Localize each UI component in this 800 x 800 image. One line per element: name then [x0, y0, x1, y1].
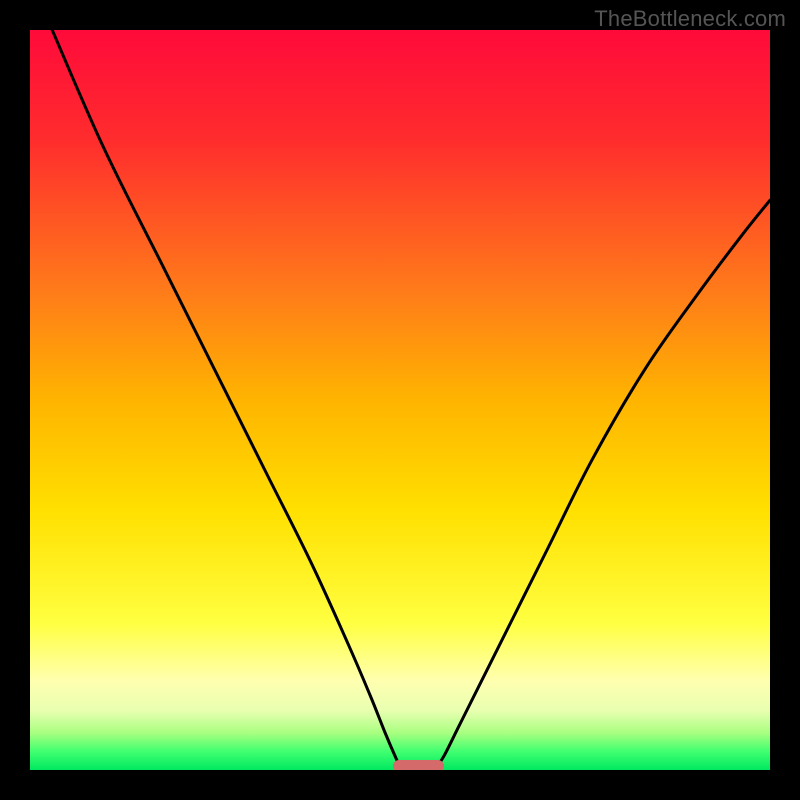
- watermark-text: TheBottleneck.com: [594, 6, 786, 32]
- chart-frame: TheBottleneck.com: [0, 0, 800, 800]
- left-curve: [52, 30, 400, 766]
- curves-layer: [30, 30, 770, 770]
- bottom-marker: [393, 760, 445, 770]
- right-curve: [437, 200, 770, 766]
- plot-area: [30, 30, 770, 770]
